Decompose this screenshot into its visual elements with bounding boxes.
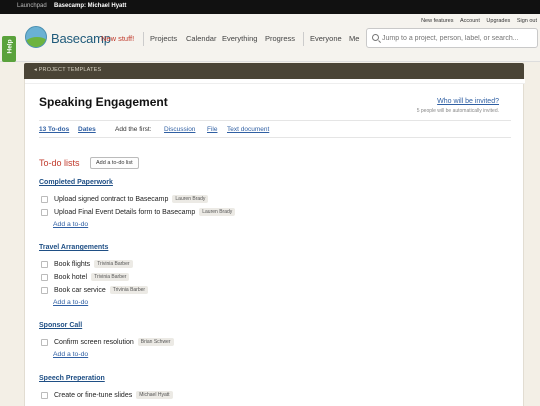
nav-everyone[interactable]: Everyone [310,34,342,43]
dates-link[interactable]: Dates [78,126,96,133]
account-link[interactable]: Account [460,18,480,24]
new-stuff-link[interactable]: New stuff! [101,34,134,43]
todo-lists-heading: To-do lists [39,158,80,168]
list-title-completed-paperwork[interactable]: Completed Paperwork [39,179,113,186]
assignee-badge[interactable]: Trivinia Barber [91,273,130,281]
nav-projects[interactable]: Projects [150,34,177,43]
top-bar: Launchpad Basecamp: Michael Hyatt [0,0,540,14]
add-first-label: Add the first: [115,126,152,133]
assignee-badge[interactable]: Lauren Brady [172,195,209,203]
todo-checkbox[interactable] [41,287,48,294]
add-todo-link[interactable]: Add a to-do [53,221,88,228]
todo-text[interactable]: Confirm screen resolution [54,339,134,346]
assignee-badge[interactable]: Brian Schwer [137,338,174,346]
list-title-travel-arrangements[interactable]: Travel Arrangements [39,244,108,251]
assignee-badge[interactable]: Lauren Brady [199,208,236,216]
todo-checkbox[interactable] [41,339,48,346]
nav-progress[interactable]: Progress [265,34,295,43]
nav-me[interactable]: Me [349,34,359,43]
todo-checkbox[interactable] [41,274,48,281]
todo-checkbox[interactable] [41,209,48,216]
project-title: Speaking Engagement [39,95,168,109]
launchpad-link[interactable]: Launchpad [17,3,47,9]
who-invited-link[interactable]: Who will be invited? [437,98,499,105]
add-file-link[interactable]: File [207,126,217,133]
new-features-link[interactable]: New features [421,18,453,24]
add-discussion-link[interactable]: Discussion [164,126,195,133]
project-templates-bar[interactable]: ◂ PROJECT TEMPLATES [24,63,524,79]
utility-links: New features Account Upgrades Sign out [416,18,537,24]
todo-checkbox[interactable] [41,392,48,399]
todo-checkbox[interactable] [41,261,48,268]
nav-calendar[interactable]: Calendar [186,34,216,43]
account-tab[interactable]: Basecamp: Michael Hyatt [54,3,126,9]
todo-text[interactable]: Book flights [54,261,90,268]
list-title-speech-preperation[interactable]: Speech Preperation [39,375,105,382]
nav-divider [143,32,144,46]
add-todo-link[interactable]: Add a to-do [53,299,88,306]
list-title-sponsor-call[interactable]: Sponsor Call [39,322,82,329]
todo-text[interactable]: Upload Final Event Details form to Basec… [54,209,195,216]
add-todo-link[interactable]: Add a to-do [53,351,88,358]
assignee-badge[interactable]: Trivinia Barber [109,286,149,294]
todos-count-link[interactable]: 13 To-dos [39,126,69,133]
paper-edge [25,79,525,84]
sign-out-link[interactable]: Sign out [517,18,537,24]
search-box[interactable] [366,28,538,48]
todo-checkbox[interactable] [41,196,48,203]
search-input[interactable] [382,31,534,45]
upgrades-link[interactable]: Upgrades [486,18,510,24]
todo-text[interactable]: Upload signed contract to Basecamp [54,196,168,203]
search-icon [372,34,379,41]
divider [39,120,511,121]
nav-divider [303,32,304,46]
assignee-badge[interactable]: Trivinia Barber [94,260,133,268]
help-tab[interactable]: Help [2,36,16,62]
app-header: New features Account Upgrades Sign out B… [0,14,540,62]
assignee-badge[interactable]: Michael Hyatt [136,391,173,399]
divider [39,137,511,138]
add-todo-list-button[interactable]: Add a to-do list [90,157,139,169]
basecamp-logo-icon[interactable] [25,26,47,48]
invite-note: 5 people will be automatically invited. [416,108,499,114]
todo-text[interactable]: Book car service [54,287,106,294]
help-label: Help [6,39,14,54]
add-text-document-link[interactable]: Text document [227,126,269,133]
nav-everything[interactable]: Everything [222,34,257,43]
project-card: Speaking Engagement Who will be invited?… [24,79,525,406]
project-templates-label: ◂ PROJECT TEMPLATES [34,67,102,73]
todo-text[interactable]: Book hotel [54,274,87,281]
todo-text[interactable]: Create or fine-tune slides [54,392,132,399]
